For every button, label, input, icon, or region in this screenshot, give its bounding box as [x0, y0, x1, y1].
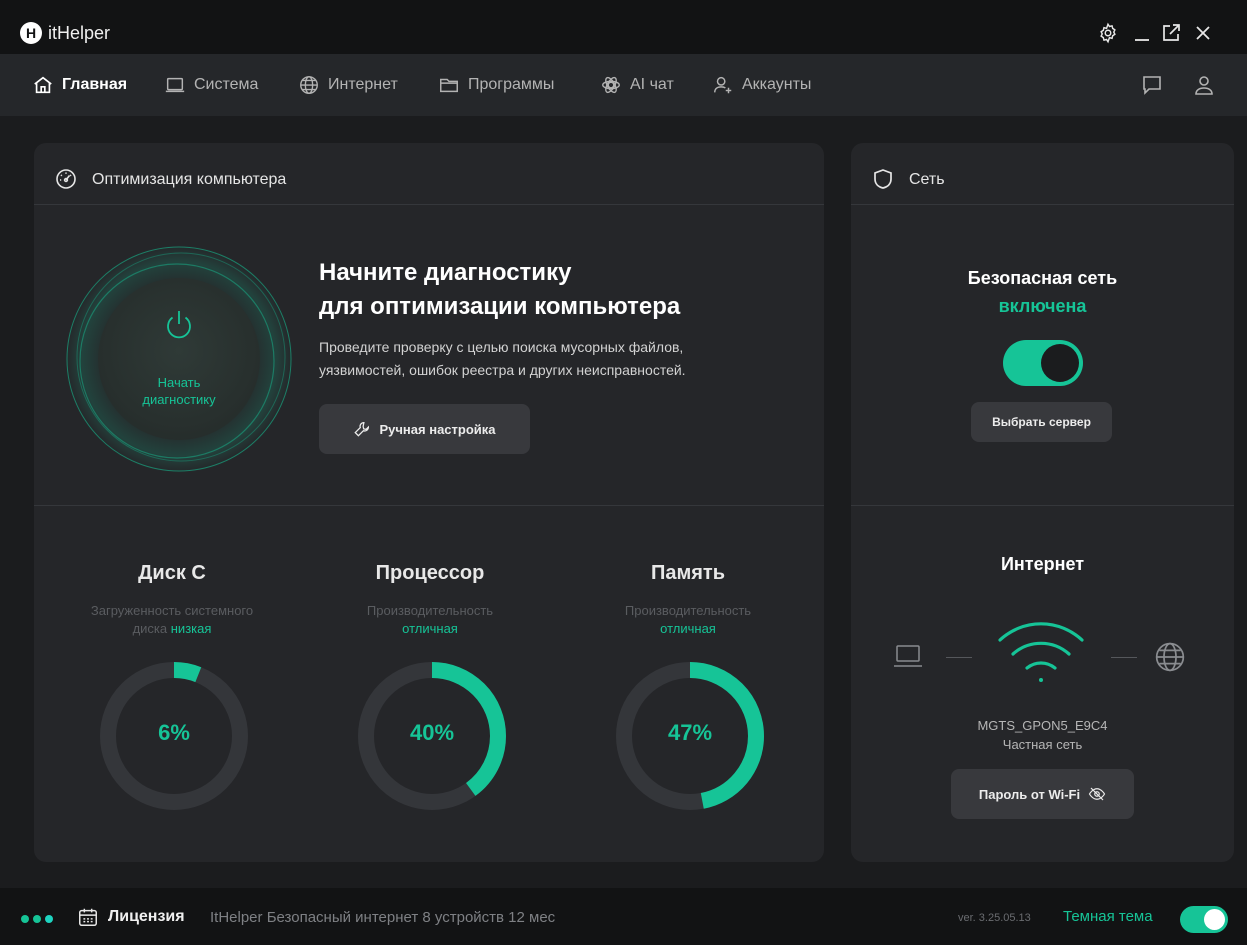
metric-title: Диск C: [138, 562, 206, 584]
safe-network-toggle[interactable]: [1003, 340, 1083, 386]
status-dot: [33, 915, 41, 923]
diagnostic-description: Проведите проверку с целью поиска мусорн…: [319, 339, 686, 378]
network-card-header: Сеть: [851, 143, 1234, 205]
gauge-percent: 6%: [158, 720, 190, 745]
memory-gauge: 47%: [610, 656, 770, 816]
wrench-icon: [354, 421, 370, 437]
laptop-icon: [894, 645, 922, 667]
popout-icon[interactable]: [1160, 22, 1182, 44]
calendar-icon: [79, 908, 97, 926]
metric-disk: Диск C Загруженность системного диска ни…: [62, 560, 282, 638]
wifi-network-type: Частная сеть: [1002, 737, 1083, 752]
connection-line: [1111, 657, 1137, 658]
dark-theme-toggle[interactable]: [1180, 906, 1228, 933]
metric-memory: Память Производительность отличная: [578, 560, 798, 638]
gear-icon[interactable]: [1097, 22, 1119, 44]
title-bar: H itHelper: [0, 0, 1247, 54]
globe-icon: [1155, 642, 1185, 672]
network-card: Сеть: [851, 143, 1234, 862]
folder-icon: [440, 78, 458, 93]
wifi-password-label: Пароль от Wi-Fi: [978, 786, 1081, 802]
nav-item-programs[interactable]: Программы: [438, 73, 554, 97]
app-logo: H: [20, 22, 42, 44]
optimization-divider: [34, 505, 824, 506]
toggle-knob: [1041, 344, 1079, 382]
nav-item-internet[interactable]: Интернет: [298, 73, 398, 97]
license-info: ItHelper Безопасный интернет 8 устройств…: [210, 909, 556, 926]
globe-icon: [300, 76, 318, 94]
network-card-title: Сеть: [909, 171, 945, 188]
optimization-card-header: Оптимизация компьютера: [34, 143, 824, 205]
nav-label: Интернет: [328, 76, 398, 93]
chat-icon[interactable]: [1140, 73, 1164, 97]
nav-label: Аккаунты: [742, 76, 812, 93]
gauge-percent: 47%: [667, 720, 713, 745]
close-icon[interactable]: [1192, 22, 1214, 44]
status-dot: [45, 915, 53, 923]
dark-theme-label: Темная тема: [1063, 908, 1153, 925]
nav-item-home[interactable]: Главная: [32, 73, 127, 97]
metric-subtitle: Производительность отличная: [624, 603, 752, 636]
license-label[interactable]: Лицензия: [108, 908, 185, 926]
metric-subtitle: Загруженность системного диска низкая: [90, 603, 254, 636]
status-bar: Лицензия ItHelper Безопасный интернет 8 …: [0, 888, 1247, 945]
laptop-icon: [165, 77, 185, 93]
safe-network-title: Безопасная сеть: [967, 268, 1118, 288]
nav-label: Программы: [468, 76, 555, 93]
wifi-network-name: MGTS_GPON5_E9C4: [977, 718, 1108, 733]
network-divider: [851, 505, 1234, 506]
optimization-card-title: Оптимизация компьютера: [92, 171, 287, 188]
toggle-knob: [1204, 909, 1225, 930]
home-icon: [34, 76, 52, 94]
select-server-label: Выбрать сервер: [992, 415, 1091, 429]
nav-label: AI чат: [630, 76, 674, 93]
cpu-gauge: 40%: [352, 656, 512, 816]
start-diagnostic-label: Начать диагностику: [142, 375, 216, 407]
speedometer-icon: [56, 169, 76, 189]
minimize-icon[interactable]: [1131, 22, 1153, 44]
main-nav: Главная Система Интернет Программы AI ча…: [0, 54, 1247, 116]
start-diagnostic-button[interactable]: Начать диагностику: [98, 278, 260, 440]
metric-subtitle: Производительность отличная: [366, 603, 494, 636]
metric-title: Процессор: [375, 562, 485, 584]
eye-off-icon: [1088, 787, 1106, 801]
add-user-icon: [714, 76, 732, 94]
manual-setup-label: Ручная настройка: [379, 421, 496, 437]
metric-cpu: Процессор Производительность отличная: [320, 560, 540, 638]
nav-item-ai-chat[interactable]: AI чат: [600, 73, 674, 97]
ai-icon: [602, 76, 620, 94]
safe-network-status: включена: [998, 296, 1087, 316]
wifi-icon: [998, 622, 1084, 682]
app-title: itHelper: [48, 23, 111, 43]
connection-line: [946, 657, 972, 658]
metric-title: Память: [650, 562, 726, 584]
disk-gauge: 6%: [94, 656, 254, 816]
gauge-percent: 40%: [409, 720, 455, 745]
nav-item-accounts[interactable]: Аккаунты: [712, 73, 811, 97]
user-icon[interactable]: [1192, 73, 1216, 97]
internet-title: Интернет: [1000, 554, 1085, 574]
shield-icon: [874, 169, 892, 189]
select-server-button[interactable]: Выбрать сервер: [971, 402, 1112, 442]
nav-item-system[interactable]: Система: [164, 73, 258, 97]
status-dot: [21, 915, 29, 923]
nav-label: Система: [194, 76, 259, 93]
power-icon: [167, 311, 191, 339]
wifi-password-button[interactable]: Пароль от Wi-Fi: [951, 769, 1134, 819]
nav-label: Главная: [62, 76, 128, 93]
app-version: ver. 3.25.05.13: [958, 912, 1031, 924]
manual-setup-button[interactable]: Ручная настройка: [319, 404, 530, 454]
diagnostic-headline: Начните диагностику для оптимизации комп…: [319, 259, 681, 320]
